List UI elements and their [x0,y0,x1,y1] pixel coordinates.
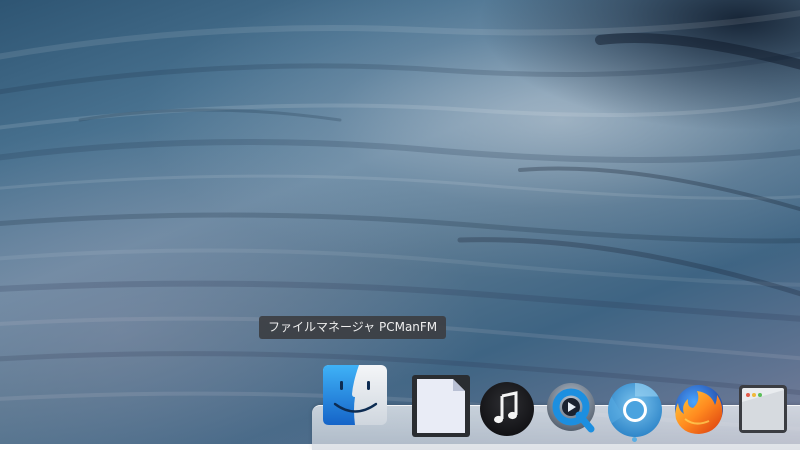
wallpaper-wave-streaks [0,10,800,431]
music-note-icon [479,381,535,437]
firefox-icon [671,381,727,437]
dock-item-document-viewer[interactable] [412,375,470,437]
chromium-icon [606,381,664,439]
dock-item-music-player[interactable] [479,381,535,437]
desktop-wallpaper [0,0,800,444]
window-icon [738,384,788,434]
dock-item-media-player[interactable] [546,382,598,436]
blank-document-icon [412,375,470,437]
finder-face-icon [322,364,388,426]
running-indicator [632,437,637,442]
dock-tooltip: ファイルマネージャ PCManFM [259,316,447,339]
quicktime-icon [546,382,598,436]
dock-item-firefox[interactable] [671,381,727,437]
dock-item-file-manager[interactable] [322,364,388,426]
dock-item-web-browser[interactable] [606,381,664,439]
dock-item-app-window[interactable] [738,384,788,434]
